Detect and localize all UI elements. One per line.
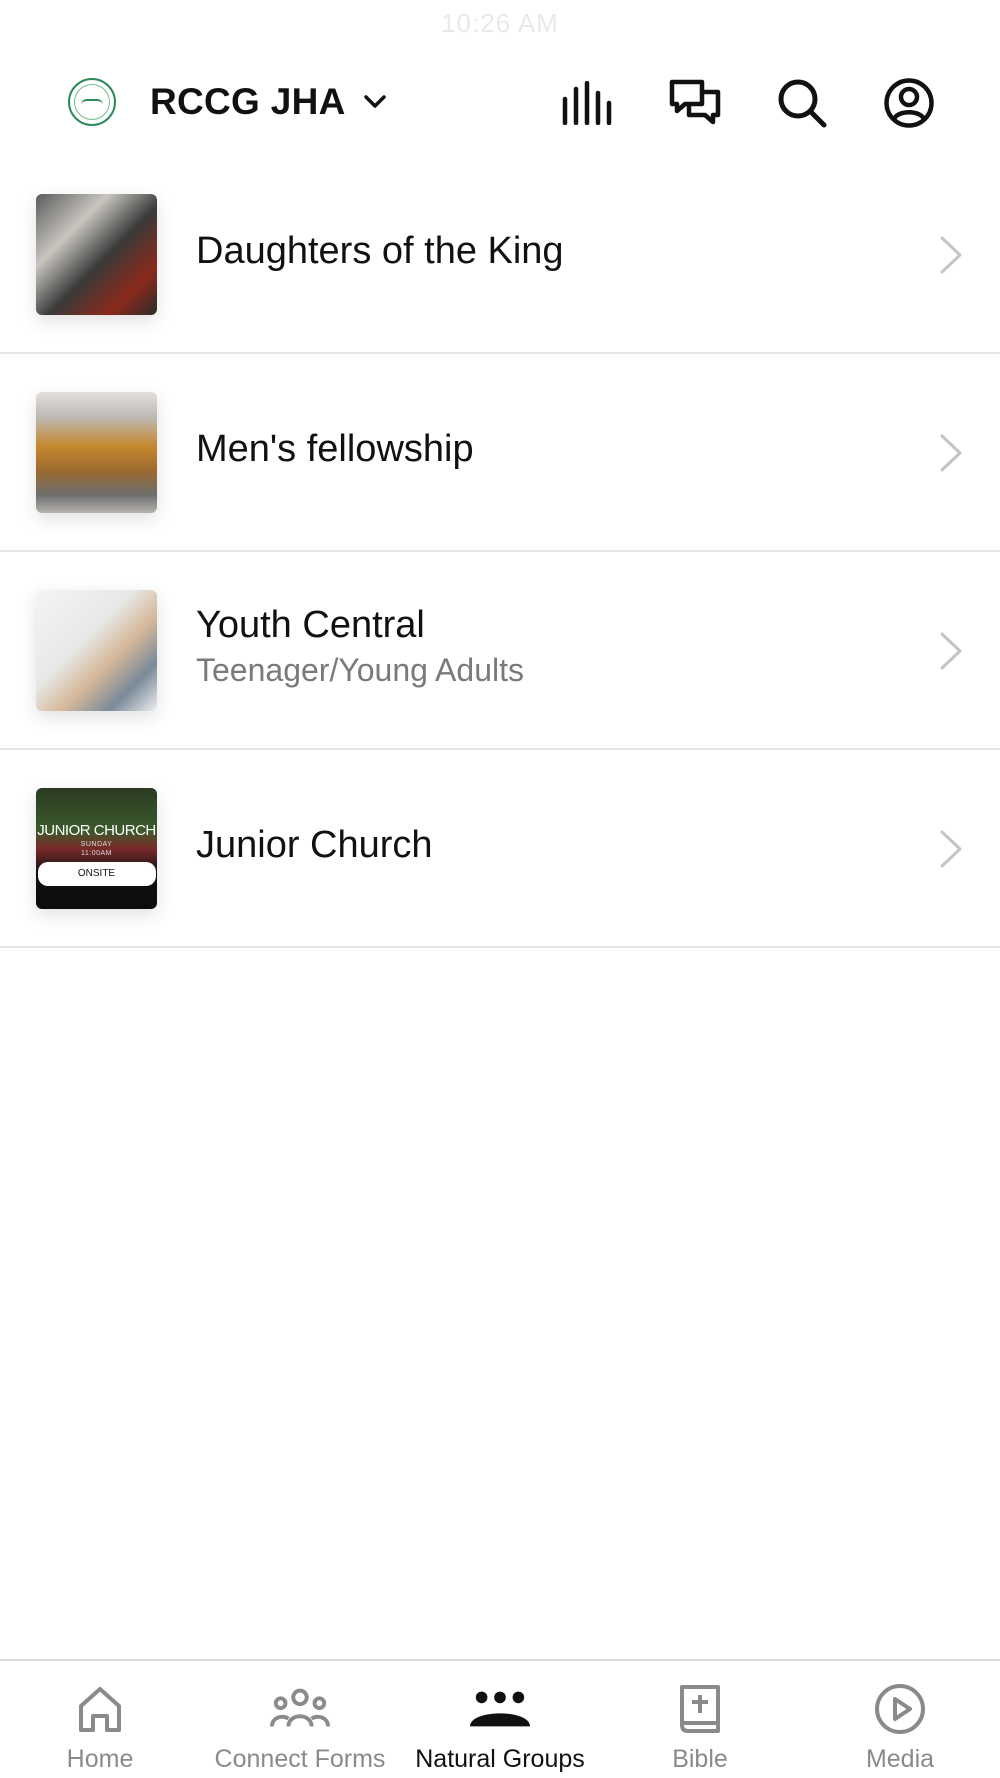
play-icon (870, 1681, 930, 1737)
profile-icon-glyph (884, 78, 934, 128)
group-thumbnail: JUNIOR CHURCH SUNDAY 11:00AM ONSITE (36, 788, 157, 909)
group-title: Daughters of the King (196, 230, 564, 272)
tab-bible[interactable]: Bible (600, 1661, 800, 1778)
app-screen: 10:26 AM RCCG JHA Daughters of the King … (0, 0, 1000, 1778)
chevron-down-icon (363, 95, 386, 108)
logo-inner (74, 84, 110, 120)
org-name: RCCG JHA (150, 81, 346, 122)
group-thumbnail (36, 392, 157, 513)
chat-icon-glyph (669, 79, 721, 125)
thumbnail-day: SUNDAY (80, 840, 113, 848)
status-time: 10:26 AM (441, 8, 559, 38)
group-row-mens-fellowship[interactable]: Men's fellowship (0, 354, 1000, 552)
header: RCCG JHA (0, 62, 1000, 142)
thumbnail-badge: ONSITE (37, 861, 156, 886)
group-row-youth-central[interactable]: Youth Central Teenager/Young Adults (0, 552, 1000, 750)
group-title: Junior Church (196, 824, 433, 866)
tab-connect-forms[interactable]: Connect Forms (200, 1661, 400, 1778)
group-title: Men's fellowship (196, 428, 474, 470)
group-row-junior-church[interactable]: JUNIOR CHURCH SUNDAY 11:00AM ONSITE Juni… (0, 750, 1000, 948)
chevron-right-icon (940, 632, 962, 670)
activity-icon-glyph (562, 81, 612, 125)
tab-natural-groups[interactable]: Natural Groups (400, 1661, 600, 1778)
group-thumbnail (36, 194, 157, 315)
group-title: Youth Central (196, 604, 425, 646)
thumbnail-time: 11:00AM (81, 849, 112, 857)
tab-label: Media (865, 1745, 935, 1773)
profile-icon[interactable] (882, 76, 936, 130)
tab-bar: Home Connect Forms Natural Groups Bible … (0, 1659, 1000, 1778)
chevron-right-icon (940, 236, 962, 274)
org-switcher[interactable]: RCCG JHA (150, 76, 390, 128)
tab-home[interactable]: Home (0, 1661, 200, 1778)
tab-label: Connect Forms (214, 1745, 386, 1773)
people-icon (270, 1681, 330, 1737)
tab-label: Natural Groups (415, 1745, 585, 1773)
chat-icon[interactable] (668, 76, 722, 130)
home-icon (70, 1681, 130, 1737)
search-icon-glyph (778, 79, 827, 128)
group-thumbnail (36, 590, 157, 711)
logo-mark (81, 99, 103, 105)
tab-label: Home (66, 1745, 134, 1773)
tab-media[interactable]: Media (800, 1661, 1000, 1778)
tab-label: Bible (672, 1745, 728, 1773)
thumbnail-title: JUNIOR CHURCH (37, 821, 156, 839)
logo-icon[interactable] (68, 78, 116, 126)
group-row-daughters-of-the-king[interactable]: Daughters of the King (0, 156, 1000, 354)
group-list: Daughters of the King Men's fellowship Y… (0, 156, 1000, 948)
groups-icon (470, 1681, 530, 1737)
chevron-right-icon (940, 434, 962, 472)
search-icon[interactable] (775, 76, 829, 130)
group-subtitle: Teenager/Young Adults (196, 652, 524, 688)
chevron-right-icon (940, 830, 962, 868)
bible-icon (670, 1681, 730, 1737)
activity-icon[interactable] (561, 76, 615, 130)
